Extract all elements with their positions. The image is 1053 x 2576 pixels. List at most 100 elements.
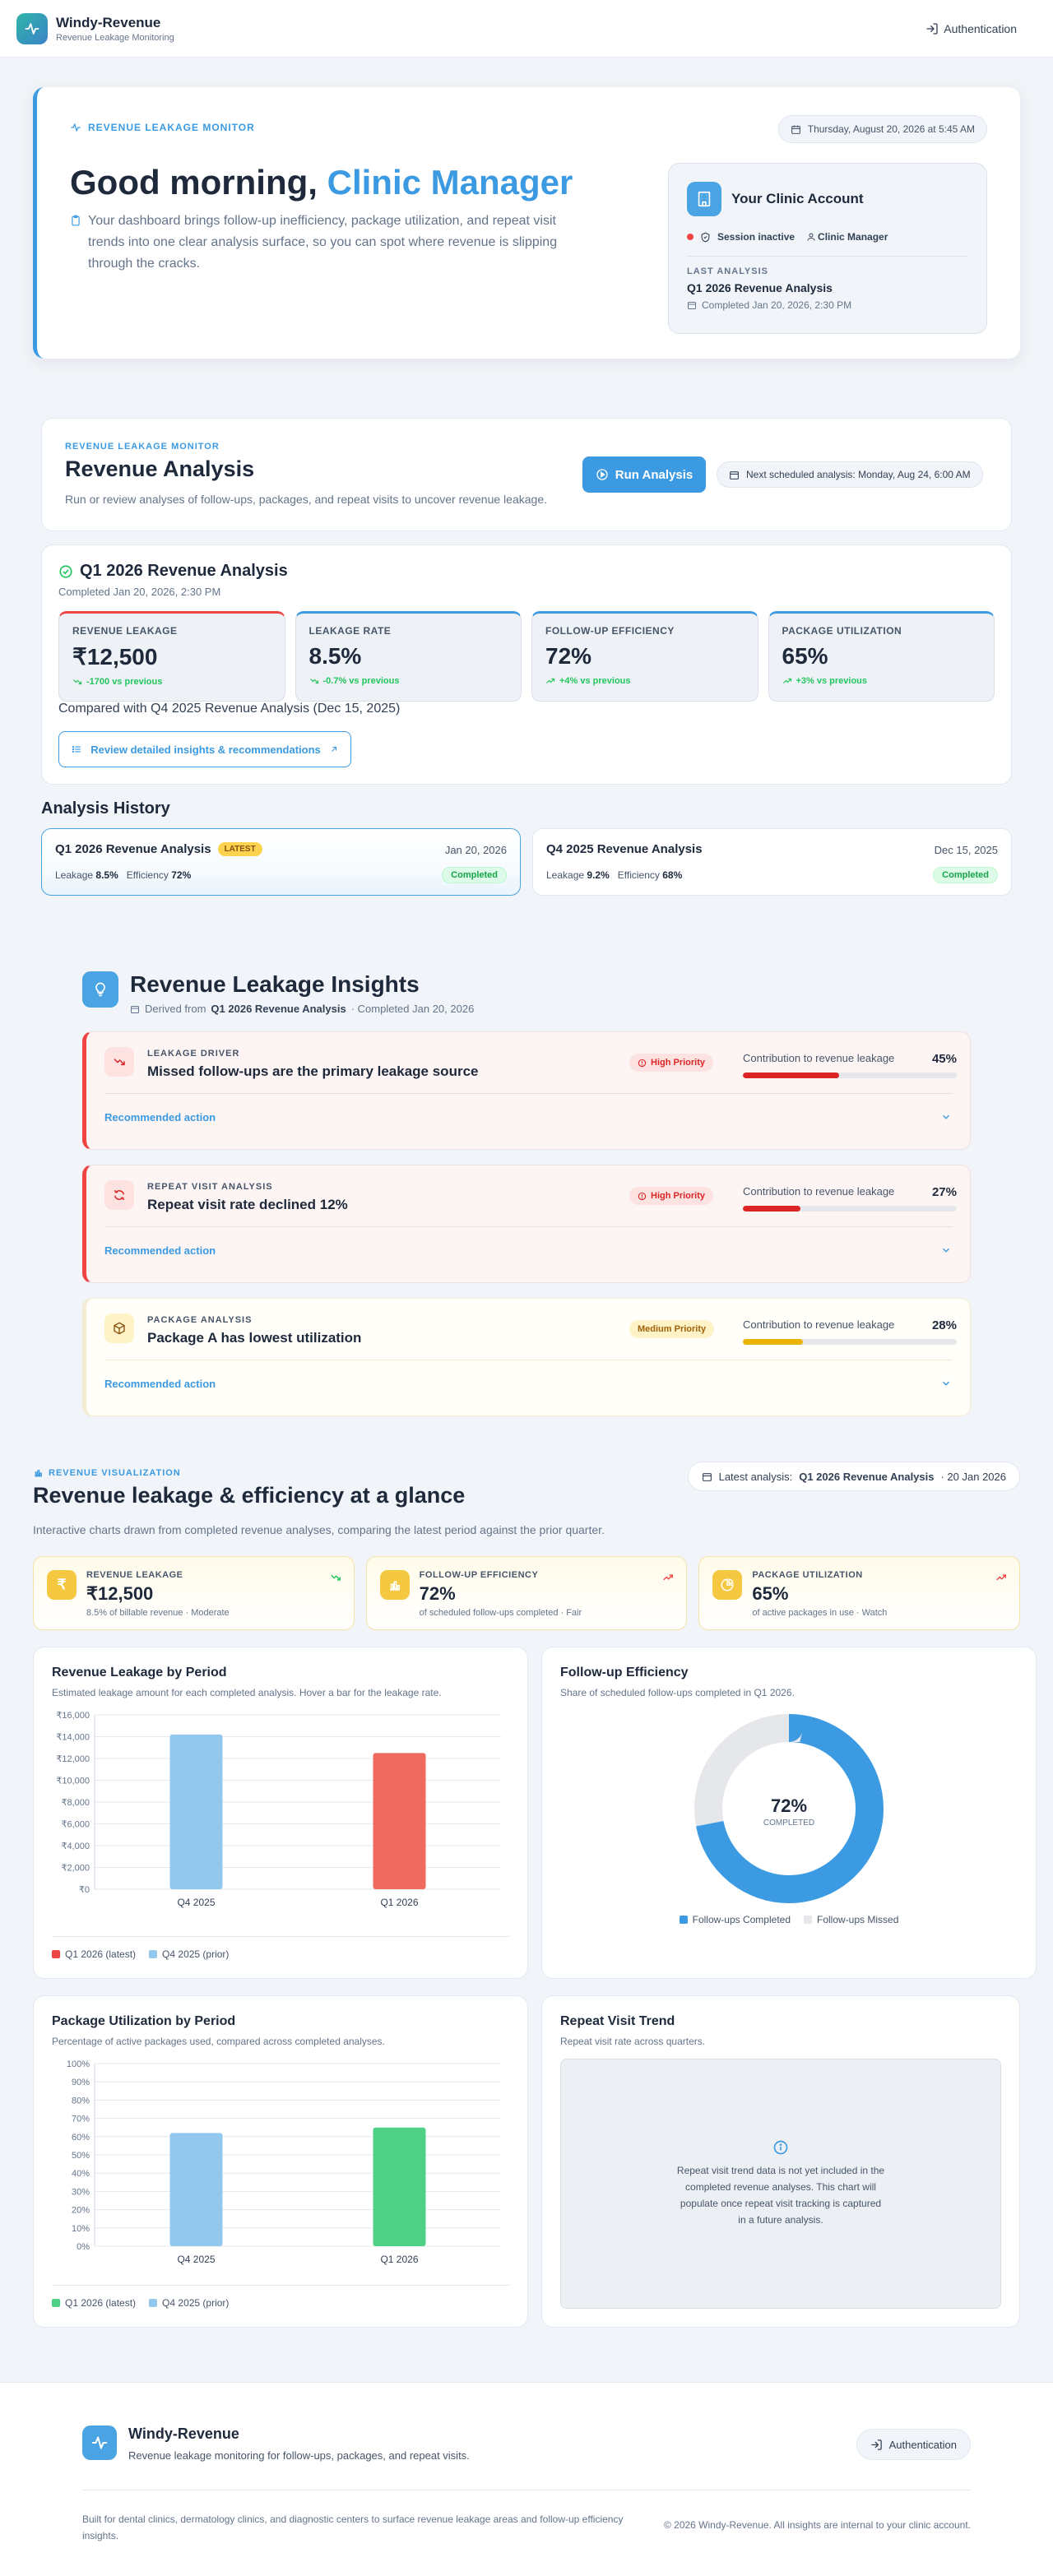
contribution-meter: Contribution to revenue leakage 45% [743,1052,957,1078]
analysis-title: Revenue Analysis [65,456,255,481]
empty-state: Repeat visit trend data is not yet inclu… [560,2059,1001,2309]
history-list: Q1 2026 Revenue Analysis LATEST Jan 20, 2… [41,828,1012,896]
clinic-account-card: Your Clinic Account Session inactive Cli… [668,163,987,334]
footer-copyright: © 2026 Windy-Revenue. All insights are i… [663,2519,971,2531]
y-tick-label: 20% [72,2206,90,2216]
chevron-down-icon[interactable] [940,1378,952,1389]
priority-badge: Medium Priority [629,1320,715,1338]
insight-title: Missed follow-ups are the primary leakag… [147,1063,479,1079]
recommended-action-toggle[interactable]: Recommended action [104,1244,216,1257]
analysis-kicker: REVENUE LEAKAGE MONITOR [65,442,220,452]
last-analysis-label: LAST ANALYSIS [687,266,768,276]
kpi-card-follow-up-efficiency: FOLLOW-UP EFFICIENCY 72% of scheduled foll… [365,1556,688,1630]
bar-chart-icon [379,1570,410,1600]
lightbulb-icon [82,971,118,1008]
insight-card[interactable]: LEAKAGE DRIVER Missed follow-ups are the … [82,1031,971,1150]
chart-card-revenue-leakage: Revenue Leakage by Period Estimated leak… [33,1647,528,1979]
contribution-bar-fill [743,1339,803,1345]
insight-card[interactable]: PACKAGE ANALYSIS Package A has lowest uti… [82,1298,971,1416]
priority-badge: High Priority [629,1054,714,1072]
y-tick-label: 70% [72,2115,90,2124]
rupee-icon: ₹ [47,1570,77,1600]
external-arrow-icon [329,744,339,754]
run-analysis-button[interactable]: Run Analysis [582,456,706,493]
footer: Windy-Revenue Revenue leakage monitoring… [0,2382,1053,2576]
follow-up-donut-chart: 72% COMPLETED [694,1714,884,1903]
recommended-action-toggle[interactable]: Recommended action [104,1378,216,1390]
calendar-icon [130,1004,140,1014]
session-status: Session inactive Clinic Manager [687,231,968,243]
contribution-bar-fill [743,1206,801,1212]
history-item[interactable]: Q1 2026 Revenue Analysis LATEST Jan 20, 2… [41,828,521,896]
activity-icon [70,122,81,133]
contribution-bar-fill [743,1073,839,1078]
insights-source: Derived from Q1 2026 Revenue Analysis · … [130,1003,474,1015]
latest-badge: LATEST [217,842,262,856]
y-tick-label: ₹2,000 [61,1864,90,1874]
authentication-link[interactable]: Authentication [925,22,1017,35]
trend-up-icon [661,1572,675,1583]
x-tick-label: Q4 2025 [177,1897,215,1908]
footer-authentication-button[interactable]: Authentication [856,2429,971,2460]
y-tick-label: ₹8,000 [61,1798,90,1808]
hero-kicker: REVENUE LEAKAGE MONITOR [70,122,255,133]
insights-title: Revenue Leakage Insights [130,971,420,997]
chart-legend: Follow-ups Completed Follow-ups Missed [542,1914,1036,1925]
insight-card[interactable]: REPEAT VISIT ANALYSIS Repeat visit rate d… [82,1165,971,1283]
chevron-down-icon[interactable] [940,1111,952,1123]
insights-section: Revenue Leakage Insights Derived from Q1… [82,971,971,1416]
alert-icon [638,1059,647,1067]
visualization-section: REVENUE VISUALIZATION Revenue leakage & … [33,1462,1037,2328]
trend-down-icon [329,1572,342,1583]
current-analysis-completed: Completed Jan 20, 2026, 2:30 PM [58,586,221,598]
insight-kicker: LEAKAGE DRIVER [147,1049,240,1059]
trend-down-icon [104,1047,134,1077]
x-tick-label: Q1 2026 [380,1897,418,1908]
y-tick-label: ₹4,000 [61,1842,90,1851]
kpi-cards: ₹ REVENUE LEAKAGE ₹12,500 8.5% of billable… [33,1556,1021,1630]
brand-tagline: Revenue Leakage Monitoring [56,32,174,43]
recommended-action-toggle[interactable]: Recommended action [104,1111,216,1124]
y-tick-label: 90% [72,2078,90,2087]
trend-down-icon [309,676,319,686]
footer-built-for: Built for dental clinics, dermatology cl… [82,2513,624,2541]
info-icon [772,2139,789,2156]
chart-card-follow-up-efficiency: Follow-up Efficiency Share of scheduled … [541,1647,1037,1979]
bar-chart-icon [33,1467,44,1478]
greeting-title: Good morning, Clinic Manager [70,163,573,202]
metric-card-package-utilization: PACKAGE UTILIZATION 65% +3% vs previous [768,611,995,702]
calendar-icon [687,300,697,310]
insight-title: Repeat visit rate declined 12% [147,1197,348,1212]
status-dot [687,234,693,240]
chevron-down-icon[interactable] [940,1244,952,1256]
chart-card-package-utilization: Package Utilization by Period Percentage… [33,1995,528,2328]
metric-card-revenue-leakage: REVENUE LEAKAGE ₹12,500 -1700 vs previou… [58,611,285,702]
divider [687,256,968,257]
brand[interactable]: Windy-Revenue Revenue Leakage Monitoring [16,12,174,44]
history-title: Analysis History [41,799,170,818]
insight-title: Package A has lowest utilization [147,1330,362,1346]
chart-card-repeat-visit: Repeat Visit Trend Repeat visit rate acr… [541,1995,1020,2328]
authentication-label: Authentication [944,21,1017,35]
comparison-note: Compared with Q4 2025 Revenue Analysis (… [58,702,401,716]
insight-kicker: REPEAT VISIT ANALYSIS [147,1182,273,1192]
pulse-logo-icon [16,12,48,44]
pie-icon [712,1570,743,1600]
metric-card-leakage-rate: LEAKAGE RATE 8.5% -0.7% vs previous [295,611,522,702]
y-tick-label: 30% [72,2187,90,2197]
y-tick-label: ₹14,000 [56,1733,90,1743]
status-badge: Completed [442,867,507,883]
x-tick-label: Q4 2025 [177,2254,215,2265]
review-insights-button[interactable]: Review detailed insights & recommendatio… [58,731,351,767]
calendar-icon [791,124,801,135]
y-tick-label: 80% [72,2096,90,2106]
y-tick-label: ₹0 [79,1885,90,1895]
hero-card: REVENUE LEAKAGE MONITOR Thursday, August… [33,87,1020,359]
revenue-leakage-bar-chart: ₹0 ₹2,000 ₹4,000 ₹6,000 ₹8,000 ₹10,000 ₹12,000… [56,1711,501,1908]
list-icon [71,744,82,755]
last-analysis-name: Q1 2026 Revenue Analysis [687,281,833,294]
history-item[interactable]: Q4 2025 Revenue Analysis Dec 15, 2025 Le… [532,828,1012,896]
next-scheduled-pill: Next scheduled analysis: Monday, Aug 24,… [717,461,983,488]
bar-q4-2025 [169,2133,223,2246]
hero-description: Your dashboard brings follow-up ineffici… [70,211,572,275]
